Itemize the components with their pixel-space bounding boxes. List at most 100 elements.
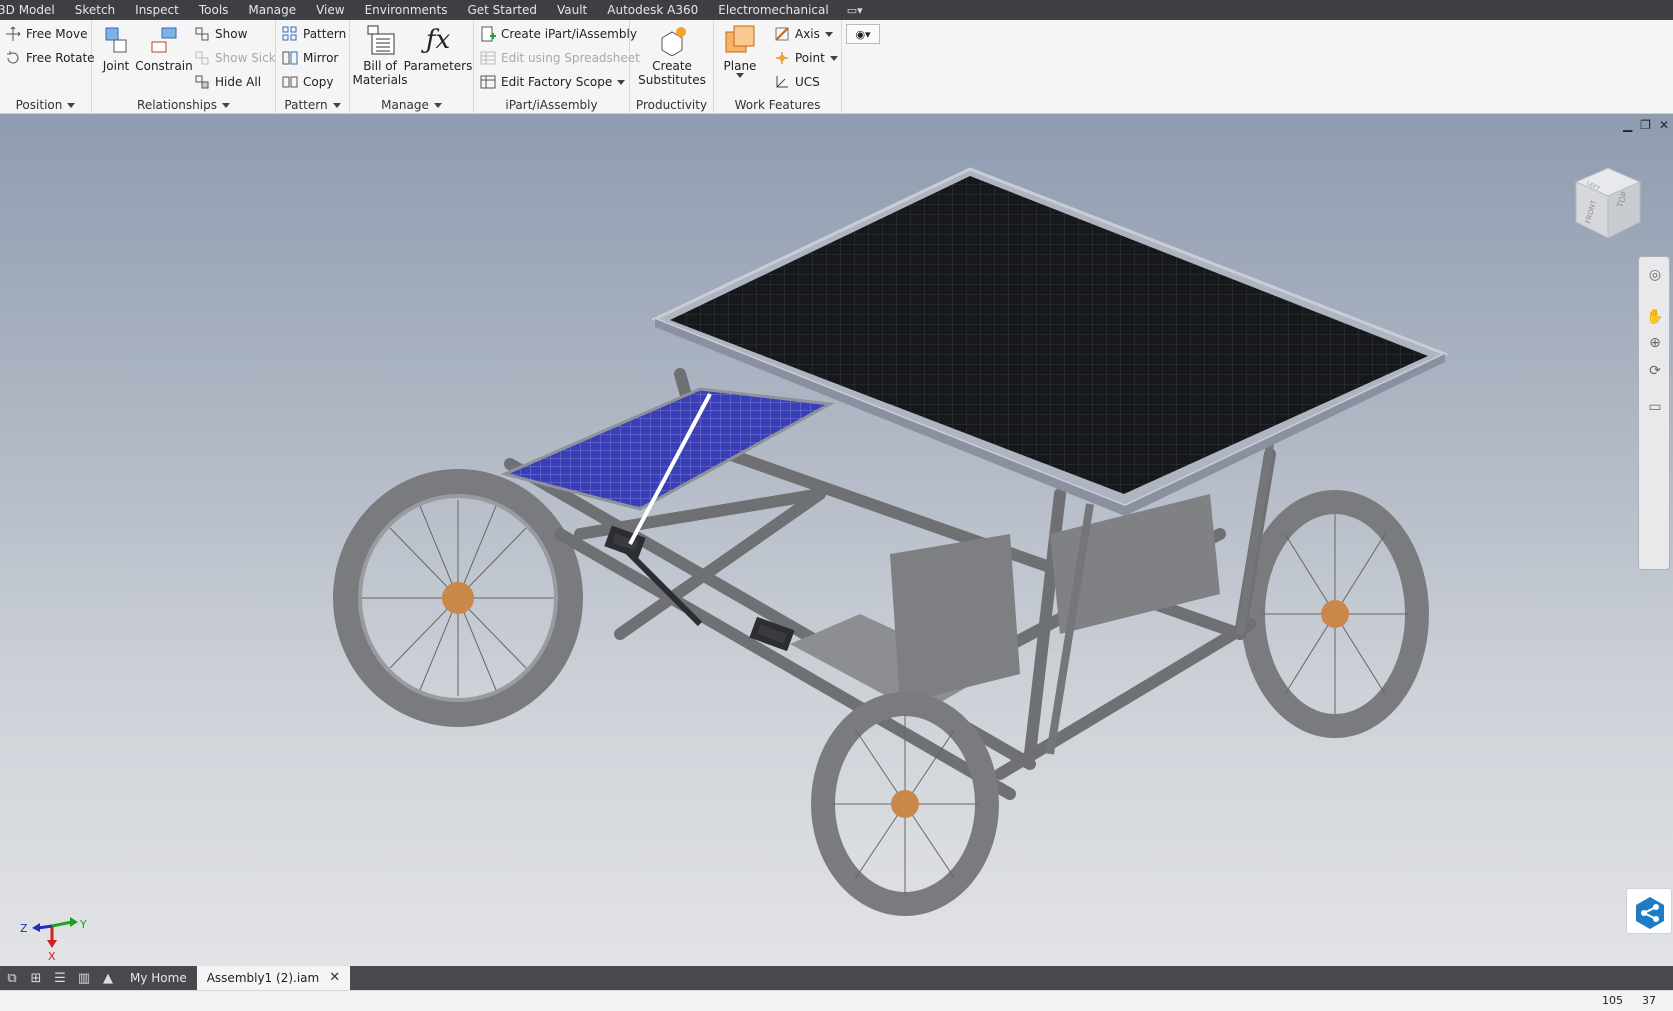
parameters-fx-icon: ƒx <box>425 25 451 55</box>
show-constraint-icon <box>194 26 210 42</box>
triad-y-label: Y <box>79 918 87 931</box>
tab-manage[interactable]: Manage <box>238 0 306 20</box>
tab-view[interactable]: View <box>306 0 354 20</box>
panel-position-title[interactable]: Position <box>0 98 91 112</box>
status-files: 37 <box>1642 994 1656 1007</box>
wheel-rear-right <box>1241 490 1429 738</box>
panel-ipart: Create iPart/iAssembly Edit using Spread… <box>474 20 640 114</box>
show-button[interactable]: Show <box>194 24 247 44</box>
free-move-button[interactable]: Free Move <box>5 24 87 44</box>
ucs-button[interactable]: UCS <box>774 72 820 92</box>
wheel-rear-left <box>333 469 583 727</box>
tab-tools[interactable]: Tools <box>189 0 239 20</box>
document-tabbar: ⧉ ⊞ ☰ ▥ ▲ My Home Assembly1 (2).iam ✕ <box>0 966 1673 990</box>
look-at-icon[interactable]: ▭ <box>1645 397 1665 417</box>
joint-button[interactable]: Joint <box>96 24 136 73</box>
show-sick-button[interactable]: Show Sick <box>194 48 276 68</box>
mirror-button[interactable]: Mirror <box>282 48 338 68</box>
tab-electromechanical[interactable]: Electromechanical <box>708 0 838 20</box>
factory-scope-icon <box>480 74 496 90</box>
doc-tab-assembly[interactable]: Assembly1 (2).iam ✕ <box>196 966 351 990</box>
create-ipart-icon <box>480 26 496 42</box>
create-substitutes-icon <box>656 24 688 57</box>
steering-wheel-icon[interactable]: ◎ <box>1645 265 1665 285</box>
bill-of-materials-icon <box>364 24 396 56</box>
orbit-icon[interactable]: ⟳ <box>1645 361 1665 381</box>
axis-button[interactable]: Axis <box>774 24 833 44</box>
copy-icon <box>282 74 298 90</box>
constrain-button[interactable]: Constrain <box>134 24 194 73</box>
viewcube[interactable]: TOP FRONT LEFT <box>1572 164 1644 242</box>
constrain-icon <box>148 24 180 56</box>
pattern-button[interactable]: Pattern <box>282 24 346 44</box>
wheel-front <box>811 692 999 916</box>
chevron-down-icon <box>617 79 626 85</box>
hide-all-button[interactable]: Hide All <box>194 72 261 92</box>
panel-pattern: Pattern Mirror Copy Pattern <box>276 20 350 114</box>
pattern-icon <box>282 26 298 42</box>
tab-3d-model[interactable]: 3D Model <box>0 0 65 20</box>
axis-icon <box>774 26 790 42</box>
panel-pattern-title[interactable]: Pattern <box>276 98 349 112</box>
point-button[interactable]: Point <box>774 48 838 68</box>
panel-productivity: Create Substitutes Productivity <box>630 20 714 114</box>
ucs-icon <box>774 74 790 90</box>
plane-button[interactable]: Plane <box>720 24 760 78</box>
free-rotate-button[interactable]: Free Rotate <box>5 48 95 68</box>
show-sick-icon <box>194 50 210 66</box>
tab-inspect[interactable]: Inspect <box>125 0 189 20</box>
tile-windows-icon[interactable]: ⊞ <box>24 966 48 990</box>
create-ipart-button[interactable]: Create iPart/iAssembly <box>480 24 637 44</box>
edit-spreadsheet-button[interactable]: Edit using Spreadsheet <box>480 48 640 68</box>
tab-vault[interactable]: Vault <box>547 0 597 20</box>
tab-autodesk-a360[interactable]: Autodesk A360 <box>597 0 708 20</box>
panel-manage: Bill of Materials ƒx Parameters Manage <box>350 20 474 114</box>
arrange-vertical-icon[interactable]: ▥ <box>72 966 96 990</box>
arrange-horizontal-icon[interactable]: ☰ <box>48 966 72 990</box>
bill-of-materials-button[interactable]: Bill of Materials <box>353 24 408 87</box>
chevron-down-icon <box>221 103 230 108</box>
share-button[interactable] <box>1626 888 1672 934</box>
menu-tabbar: 3D Model Sketch Inspect Tools Manage Vie… <box>0 0 1673 20</box>
create-substitutes-button[interactable]: Create Substitutes <box>636 24 708 87</box>
chevron-down-icon <box>829 55 838 61</box>
solar-vehicle-model[interactable] <box>0 114 1673 966</box>
triad-z-label: Z <box>20 922 28 935</box>
panel-manage-title[interactable]: Manage <box>350 98 473 112</box>
hide-all-icon <box>194 74 210 90</box>
status-bar: 105 37 <box>0 990 1673 1011</box>
tab-get-started[interactable]: Get Started <box>457 0 547 20</box>
pan-hand-icon[interactable]: ✋ <box>1645 307 1665 327</box>
doc-tab-my-home[interactable]: My Home <box>120 966 197 990</box>
panel-work-features: Plane Axis Point UCS Work Features <box>714 20 842 114</box>
chevron-down-icon <box>67 103 76 108</box>
panel-relationships-title[interactable]: Relationships <box>92 98 275 112</box>
tab-sketch[interactable]: Sketch <box>65 0 125 20</box>
ribbon-toggle-icon[interactable]: ▭▾ <box>839 4 871 17</box>
panel-ipart-title: iPart/iAssembly <box>505 98 598 112</box>
tab-environments[interactable]: Environments <box>355 0 458 20</box>
panel-productivity-title: Productivity <box>635 98 708 112</box>
tab-menu-arrow-icon[interactable]: ▲ <box>96 966 120 990</box>
status-occurrences: 105 <box>1602 994 1623 1007</box>
doc-tab-assembly-label: Assembly1 (2).iam <box>206 971 320 985</box>
free-rotate-icon <box>5 50 21 66</box>
navigation-bar: ◎ ✋ ⊕ ⟳ ▭ <box>1638 256 1670 570</box>
graphics-viewport[interactable]: ▁ ❐ ✕ TOP FRONT LEFT ◎ ✋ ⊕ ⟳ ▭ X Y Z <box>0 114 1673 966</box>
joint-icon <box>100 24 132 56</box>
copy-button[interactable]: Copy <box>282 72 333 92</box>
panel-position: Free Move Free Rotate Position <box>0 20 95 114</box>
cascade-windows-icon[interactable]: ⧉ <box>0 966 24 990</box>
panel-work-features-title: Work Features <box>734 98 821 112</box>
free-move-icon <box>5 26 21 42</box>
axis-triad: X Y Z <box>20 917 87 963</box>
zoom-icon[interactable]: ⊕ <box>1645 333 1665 353</box>
edit-factory-scope-button[interactable]: Edit Factory Scope <box>480 72 626 92</box>
spreadsheet-icon <box>480 50 496 66</box>
share-icon <box>1636 897 1664 929</box>
dropdown-circle-icon: ◉▾ <box>855 27 871 41</box>
close-tab-icon[interactable]: ✕ <box>329 966 340 990</box>
panel-options-dropdown[interactable]: ◉▾ <box>846 24 880 44</box>
plane-icon <box>724 24 756 56</box>
parameters-button[interactable]: ƒx Parameters <box>404 24 473 73</box>
